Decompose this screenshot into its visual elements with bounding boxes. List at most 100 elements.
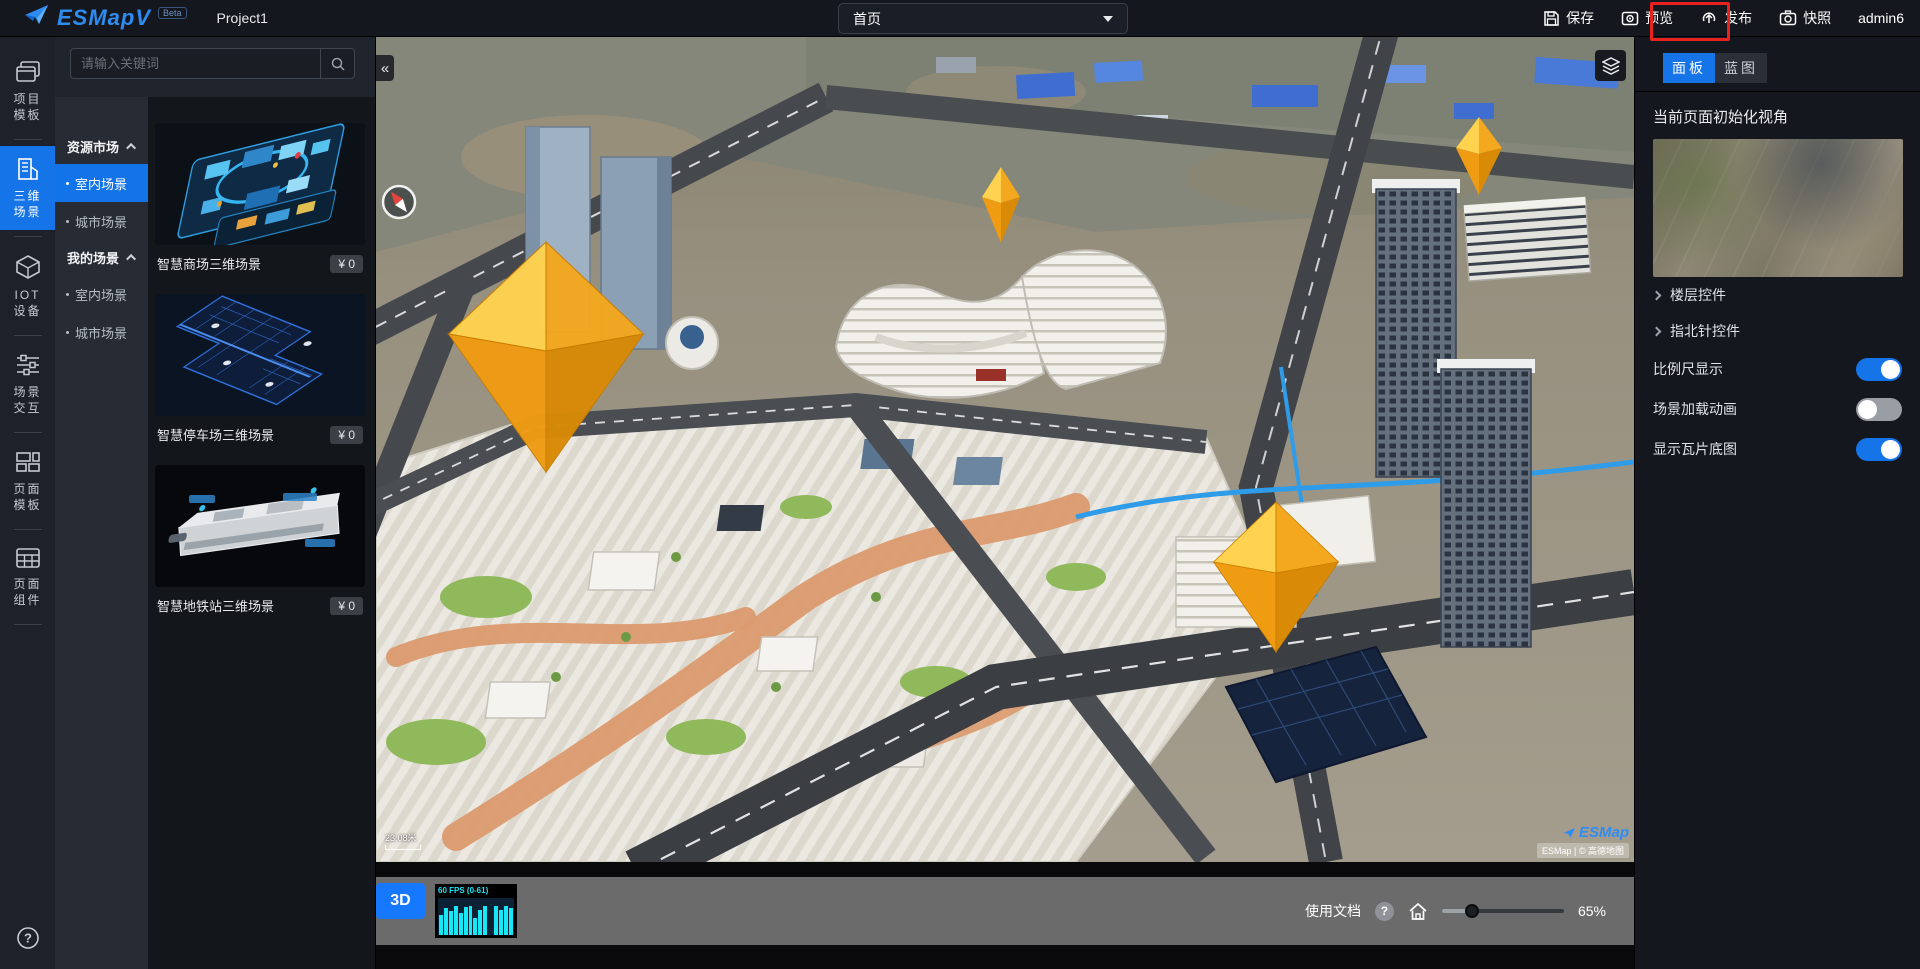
page-selector-value: 首页 [853, 9, 881, 29]
preview-button[interactable]: 预览 [1621, 8, 1673, 28]
search-button[interactable] [320, 49, 354, 78]
toggle-label: 显示瓦片底图 [1653, 439, 1737, 459]
nav-item-iot-devices[interactable]: IOT 设备 [0, 243, 55, 329]
watermark-logo-icon [1563, 827, 1576, 839]
compass-control[interactable] [383, 186, 415, 218]
top-bar: ESMapV Beta Project1 首页 保存 预览 [0, 0, 1920, 37]
zoom-percent: 65% [1578, 903, 1606, 919]
toggle-label: 场景加载动画 [1653, 399, 1737, 419]
viewport-column: « 23.08米 ESMap ESMap | © 高德地图 3D [376, 37, 1634, 969]
divider [14, 236, 42, 237]
scene-card-mall[interactable]: 智慧商场三维场景 ¥ 0 [155, 123, 365, 273]
divider [14, 335, 42, 336]
help-button[interactable]: ? [16, 926, 40, 955]
publish-button[interactable]: 发布 [1700, 8, 1752, 28]
category-label: 室内场景 [75, 174, 127, 193]
logo-plane-icon [24, 3, 50, 27]
save-icon [1543, 10, 1560, 27]
toggle-scale-display[interactable] [1856, 358, 1902, 381]
category-indoor-scenes[interactable]: 室内场景 [55, 164, 148, 202]
initial-view-thumbnail[interactable] [1653, 139, 1903, 277]
nav-label: 三维 场景 [13, 188, 41, 220]
snapshot-button[interactable]: 快照 [1779, 8, 1831, 28]
search-input[interactable] [71, 49, 320, 78]
bullet-dot [66, 220, 69, 223]
scene-3d-map[interactable] [376, 37, 1634, 862]
zoom-slider[interactable] [1442, 904, 1564, 918]
tab-panel[interactable]: 面板 [1663, 53, 1715, 83]
fps-graph [438, 898, 514, 935]
category-label: 室内场景 [75, 285, 127, 304]
category-my-indoor-scenes[interactable]: 室内场景 [55, 275, 148, 313]
username[interactable]: admin6 [1858, 10, 1904, 26]
scale-bar [385, 845, 421, 850]
esmapv-logo: ESMapV Beta [24, 3, 187, 33]
price-badge: ¥ 0 [330, 255, 363, 273]
fps-meter: 60 FPS (0-61) [435, 884, 517, 938]
chevron-right-icon [1652, 290, 1662, 300]
sliders-icon [15, 353, 41, 377]
inspector-panel: 面板 蓝图 当前页面初始化视角 楼层控件 指北针控件 比例尺显示 场景加载动画 … [1634, 37, 1920, 969]
layout-icon [15, 450, 41, 474]
nav-item-project-templates[interactable]: 项目 模板 [0, 49, 55, 133]
nav-item-page-components[interactable]: 页面 组件 [0, 536, 55, 618]
category-city-scenes[interactable]: 城市场景 [55, 202, 148, 240]
divider [1635, 91, 1920, 92]
map-scale-indicator: 23.08米 [385, 831, 421, 850]
mode-3d-button[interactable]: 3D [376, 883, 425, 919]
nav-label: 页面 模板 [13, 481, 41, 513]
initial-view-section-title: 当前页面初始化视角 [1653, 106, 1902, 127]
scene-thumbnail [155, 465, 365, 587]
section-label: 指北针控件 [1670, 321, 1740, 341]
scene-thumbnail [155, 294, 365, 416]
toggle-knob [1881, 440, 1900, 459]
bullet-dot [66, 293, 69, 296]
fps-label: 60 FPS (0-61) [435, 884, 517, 895]
nav-item-scene-interaction[interactable]: 场景 交互 [0, 342, 55, 426]
snapshot-label: 快照 [1803, 8, 1831, 28]
save-button[interactable]: 保存 [1543, 8, 1594, 28]
nav-label: 项目 模板 [13, 91, 41, 123]
panel-collapse-button[interactable]: « [376, 55, 394, 81]
preview-icon [1621, 10, 1639, 27]
slider-knob[interactable] [1465, 904, 1479, 918]
group-my-scenes[interactable]: 我的场景 [55, 240, 148, 275]
toggle-row-scale-display: 比例尺显示 [1653, 349, 1902, 389]
project-name: Project1 [217, 10, 268, 26]
nav-item-page-templates[interactable]: 页面 模板 [0, 439, 55, 523]
publish-icon [1700, 9, 1718, 27]
section-floor-control[interactable]: 楼层控件 [1653, 277, 1902, 313]
help-circle-icon[interactable]: ? [1375, 902, 1394, 921]
bullet-dot [66, 331, 69, 334]
search-icon [331, 57, 345, 71]
beta-badge: Beta [158, 7, 187, 19]
divider [14, 432, 42, 433]
toggle-loading-animation[interactable] [1856, 398, 1902, 421]
scene-card-parking[interactable]: 智慧停车场三维场景 ¥ 0 [155, 294, 365, 444]
toggle-tile-basemap[interactable] [1856, 438, 1902, 461]
watermark-text: ESMap [1579, 824, 1629, 841]
group-resource-market[interactable]: 资源市场 [55, 129, 148, 164]
docs-link[interactable]: 使用文档 [1305, 901, 1361, 921]
group-label: 资源市场 [67, 137, 119, 156]
svg-text:?: ? [24, 931, 32, 946]
scene-card-title: 智慧商场三维场景 [157, 254, 261, 273]
publish-label: 发布 [1724, 8, 1752, 28]
scene-container: « 23.08米 ESMap ESMap | © 高德地图 [376, 37, 1634, 862]
section-compass-control[interactable]: 指北针控件 [1653, 313, 1902, 349]
nav-item-3d-scenes[interactable]: 三维 场景 [0, 146, 55, 230]
layers-icon [1602, 57, 1620, 75]
category-my-city-scenes[interactable]: 城市场景 [55, 313, 148, 351]
scene-card-subway[interactable]: 智慧地铁站三维场景 ¥ 0 [155, 465, 365, 615]
tab-blueprint[interactable]: 蓝图 [1715, 53, 1767, 83]
divider [14, 529, 42, 530]
library-panel: 资源市场 室内场景 城市场景 我的场景 室内场景 城市场景 [55, 37, 376, 969]
chevron-up-icon [126, 254, 136, 264]
home-icon[interactable] [1408, 902, 1428, 921]
page-selector-dropdown[interactable]: 首页 [838, 3, 1128, 34]
layers-button[interactable] [1595, 50, 1626, 81]
chevron-up-icon [126, 143, 136, 153]
category-label: 城市场景 [75, 212, 127, 231]
nav-label: 场景 交互 [13, 384, 41, 416]
cube-icon [15, 254, 41, 280]
